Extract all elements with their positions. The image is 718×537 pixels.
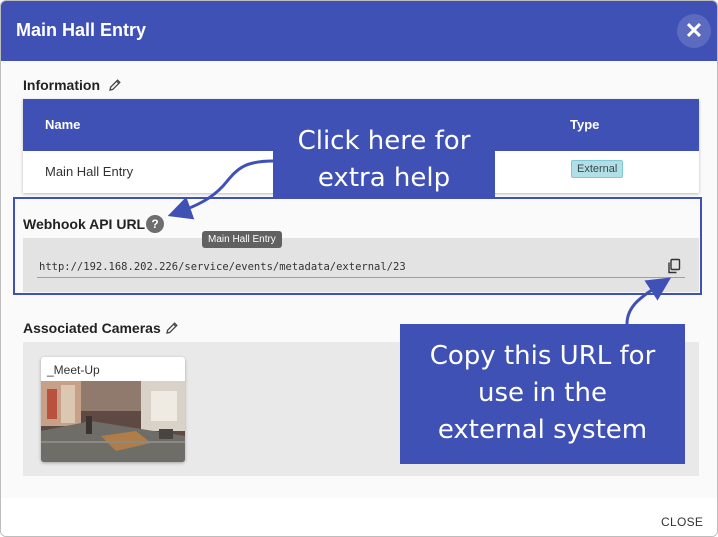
associated-cameras-label: Associated Cameras: [23, 320, 161, 336]
copy-callout: Copy this URL for use in the external sy…: [400, 324, 685, 464]
help-callout-line-1: Click here for: [297, 126, 471, 156]
help-callout-line-2: extra help: [317, 163, 451, 193]
dialog: Main Hall Entry ✕ Information Name Type …: [0, 0, 718, 537]
camera-name: _Meet-Up: [47, 363, 100, 377]
type-badge: External: [571, 160, 624, 178]
column-header-type: Type: [570, 117, 600, 132]
dialog-title: Main Hall Entry: [16, 20, 147, 40]
dialog-footer: CLOSE: [1, 498, 717, 536]
column-header-name: Name: [45, 117, 81, 132]
close-button[interactable]: CLOSE: [661, 515, 703, 529]
copy-callout-line-2: use in the: [478, 378, 607, 408]
dialog-header: Main Hall Entry ✕: [1, 1, 717, 61]
camera-card[interactable]: _Meet-Up: [41, 357, 185, 462]
camera-thumbnail: [41, 381, 185, 462]
close-icon[interactable]: ✕: [677, 14, 711, 48]
help-callout: Click here for extra help: [273, 122, 495, 198]
row-name: Main Hall Entry: [45, 164, 134, 179]
information-label: Information: [23, 77, 100, 93]
webhook-highlight-frame: [13, 197, 702, 295]
edit-cameras-pencil-icon[interactable]: [165, 321, 179, 335]
edit-information-pencil-icon[interactable]: [108, 78, 122, 92]
copy-callout-line-1: Copy this URL for: [429, 341, 656, 371]
copy-callout-line-3: external system: [437, 415, 648, 445]
